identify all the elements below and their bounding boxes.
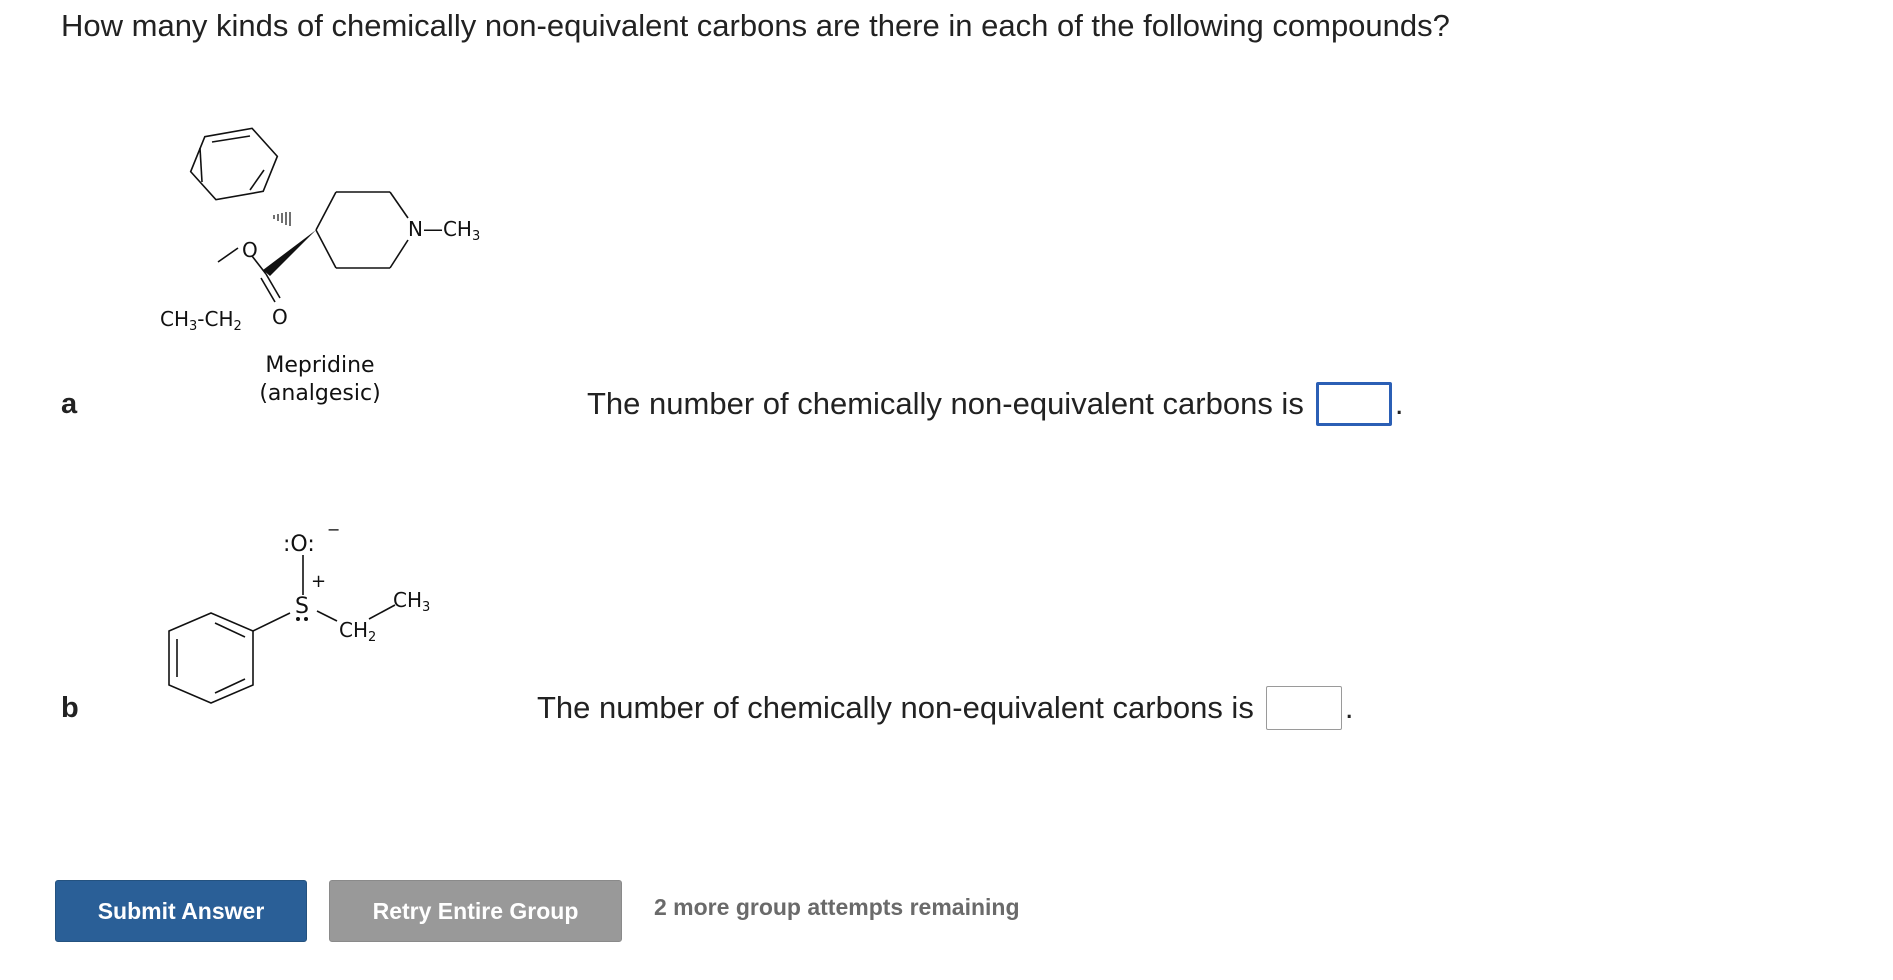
svg-text:CH3: CH3 bbox=[393, 588, 430, 615]
ch2-subscript: 2 bbox=[368, 630, 376, 645]
question-text: How many kinds of chemically non-equival… bbox=[61, 8, 1450, 43]
retry-entire-group-button[interactable]: Retry Entire Group bbox=[329, 880, 622, 942]
sulfur-label: S bbox=[295, 594, 309, 619]
n-methyl-label: N—CH bbox=[408, 217, 472, 241]
ester-oxygen-label: O bbox=[242, 238, 258, 262]
ch3-subscript: 3 bbox=[422, 600, 430, 615]
answer-prompt-a: The number of chemically non-equivalent … bbox=[587, 386, 1304, 421]
ethyl-ch3-subscript: 3 bbox=[189, 319, 197, 334]
answer-prompt-b: The number of chemically non-equivalent … bbox=[537, 690, 1254, 725]
molecule-a-description: (analgesic) bbox=[259, 381, 381, 406]
answer-suffix-a: . bbox=[1394, 386, 1404, 421]
svg-text:CH2: CH2 bbox=[339, 618, 376, 645]
answer-suffix-b: . bbox=[1344, 690, 1354, 725]
ethyl-ch3-label: CH bbox=[160, 307, 189, 331]
answer-row-a: The number of chemically non-equivalent … bbox=[587, 382, 1403, 426]
ch3-label: CH bbox=[393, 588, 422, 612]
answer-input-b[interactable] bbox=[1265, 686, 1342, 730]
part-b-letter: b bbox=[61, 692, 79, 724]
attempts-remaining-text: 2 more group attempts remaining bbox=[654, 894, 1020, 920]
answer-input-a[interactable] bbox=[1315, 382, 1392, 426]
ethyl-ch2-label: CH bbox=[205, 307, 234, 331]
negative-charge: − bbox=[327, 520, 340, 539]
ethyl-ch2-subscript: 2 bbox=[234, 319, 242, 334]
molecule-a-caption: Mepridine (analgesic) bbox=[235, 352, 405, 408]
part-a-letter: a bbox=[61, 388, 78, 420]
carbonyl-oxygen-label: O bbox=[272, 305, 288, 329]
ch2-label: CH bbox=[339, 618, 368, 642]
submit-answer-button[interactable]: Submit Answer bbox=[55, 880, 307, 942]
mepridine-structure: O O CH3-CH2 N—CH3 bbox=[160, 127, 480, 334]
positive-charge: + bbox=[311, 571, 326, 592]
n-methyl-subscript: 3 bbox=[472, 229, 480, 244]
molecule-a-name: Mepridine bbox=[265, 353, 375, 378]
svg-text:CH3-CH2: CH3-CH2 bbox=[160, 307, 242, 334]
svg-text:N—CH3: N—CH3 bbox=[408, 217, 480, 244]
oxygen-label: :O: bbox=[283, 532, 315, 557]
answer-row-b: The number of chemically non-equivalent … bbox=[537, 686, 1353, 730]
sulfoxide-structure: :O: − + S CH2 CH3 bbox=[168, 520, 430, 704]
